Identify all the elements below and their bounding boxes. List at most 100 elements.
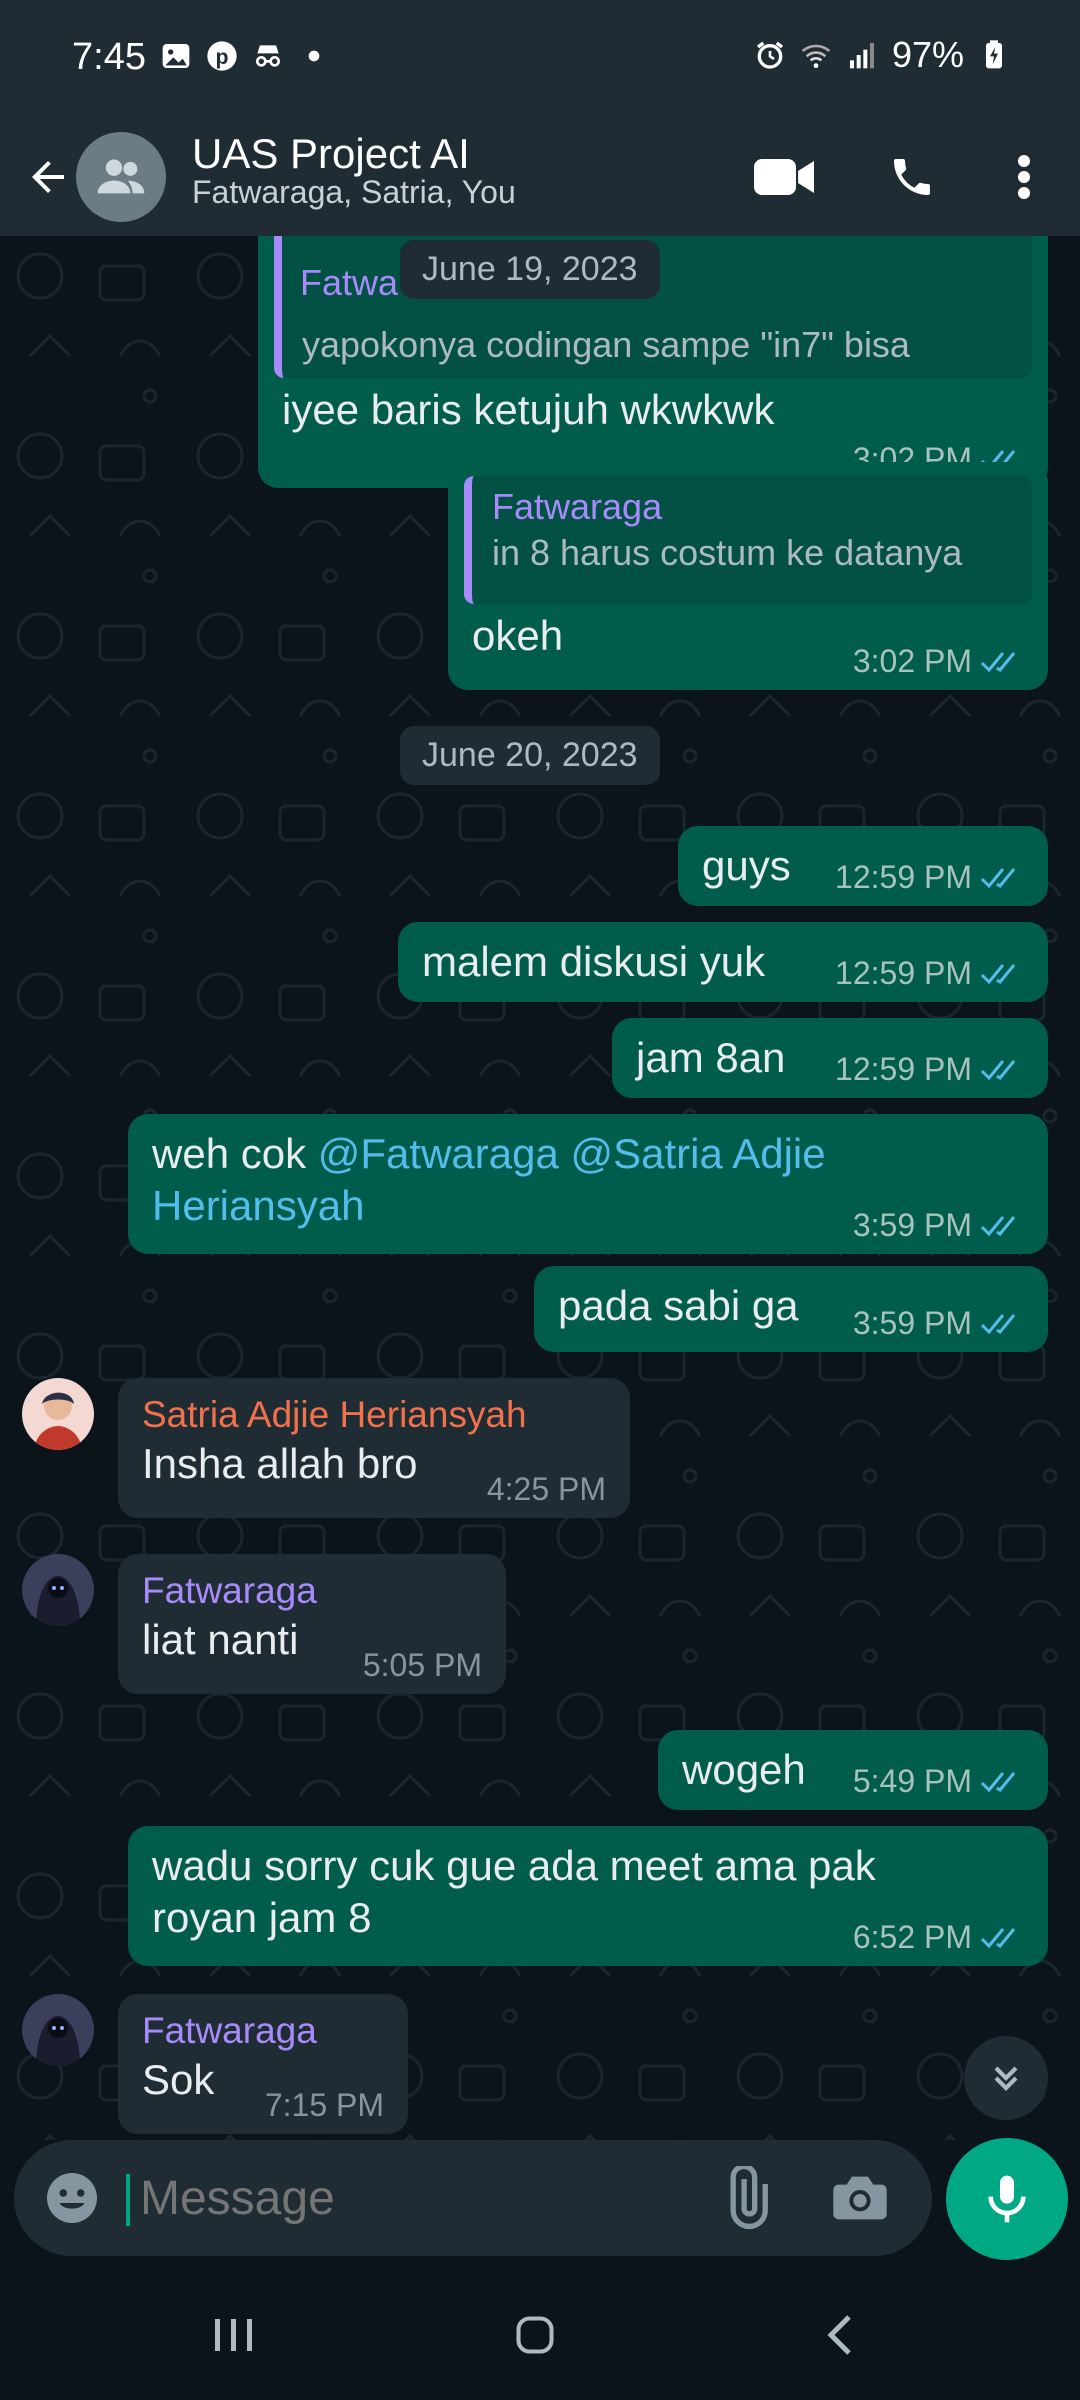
battery-charging-icon	[986, 40, 1002, 69]
message-bubble-incoming[interactable]: Satria Adjie Heriansyah Insha allah bro …	[118, 1378, 630, 1518]
date-chip: June 20, 2023	[400, 726, 660, 785]
status-time: 7:45	[72, 36, 146, 78]
sender-avatar-satria[interactable]	[22, 1378, 94, 1450]
signal-icon	[849, 43, 874, 69]
fatwaraga-avatar-icon	[22, 1554, 94, 1626]
read-receipt-icon	[980, 1059, 1016, 1080]
back-arrow-icon	[32, 161, 64, 193]
read-receipt-icon	[980, 1771, 1016, 1792]
read-receipt-icon	[980, 1927, 1016, 1948]
battery-percent: 97%	[891, 34, 964, 75]
read-receipt-icon	[980, 867, 1016, 888]
message-input[interactable]	[140, 2168, 700, 2228]
sender-name[interactable]: Fatwaraga	[142, 1568, 482, 1614]
read-receipt-icon	[980, 963, 1016, 984]
incognito-icon	[255, 45, 280, 67]
quoted-text: yapokonya codingan sampe "in7" bisa	[302, 324, 910, 365]
message-bubble-outgoing[interactable]: weh cok @Fatwaraga @Satria Adjie Herians…	[128, 1114, 1048, 1254]
message-time: 5:49 PM	[852, 1763, 972, 1799]
back-button[interactable]	[18, 142, 78, 212]
message-time: 3:59 PM	[852, 1305, 972, 1341]
sender-avatar-fatwaraga[interactable]	[22, 1994, 94, 2066]
message-meta: 5:05 PM	[363, 1647, 482, 1684]
message-text: weh cok @Fatwaraga @Satria Adjie	[152, 1128, 1024, 1180]
chat-participants[interactable]: Fatwaraga, Satria, You	[192, 174, 516, 211]
video-call-icon	[754, 159, 814, 195]
voice-message-button[interactable]	[946, 2138, 1068, 2260]
message-meta: 3:59 PM	[853, 1207, 1024, 1244]
quoted-sender: Fatwaraga	[492, 486, 663, 527]
scroll-down-icon	[994, 2066, 1018, 2091]
mention-link[interactable]: @Fatwaraga	[318, 1130, 559, 1177]
message-bubble-incoming[interactable]: Fatwaraga Sok 7:15 PM	[118, 1994, 408, 2134]
message-meta: 6:52 PM	[853, 1919, 1024, 1956]
read-receipt-icon	[980, 1313, 1016, 1334]
message-meta: 12:59 PM	[835, 859, 1024, 896]
sender-name[interactable]: Fatwaraga	[142, 2008, 384, 2054]
attach-icon[interactable]	[714, 2166, 778, 2230]
quoted-sender: Fatwa	[300, 262, 399, 303]
sender-name[interactable]: Satria Adjie Heriansyah	[142, 1392, 606, 1438]
message-bubble-incoming[interactable]: Fatwaraga liat nanti 5:05 PM	[118, 1554, 506, 1694]
phone-call-icon	[894, 159, 930, 195]
message-bubble-outgoing[interactable]: guys 12:59 PM	[678, 826, 1048, 906]
message-bubble-outgoing[interactable]: pada sabi ga 3:59 PM	[534, 1266, 1048, 1352]
message-time: 3:02 PM	[852, 643, 972, 679]
recent-apps-button[interactable]	[188, 2300, 278, 2370]
message-bubble-outgoing[interactable]: wadu sorry cuk gue ada meet ama pak roya…	[128, 1826, 1048, 1966]
video-call-button[interactable]	[748, 146, 820, 208]
read-receipt-icon	[980, 1215, 1016, 1236]
camera-icon[interactable]	[828, 2166, 892, 2230]
chat-header: UAS Project AI Fatwaraga, Satria, You	[0, 118, 1080, 236]
more-options-button[interactable]	[1000, 146, 1048, 208]
pinterest-icon: p	[207, 41, 237, 71]
sender-avatar-fatwaraga[interactable]	[22, 1554, 94, 1626]
fatwaraga-avatar-icon	[22, 1994, 94, 2066]
back-nav-icon	[827, 2315, 851, 2355]
message-time: 12:59 PM	[835, 1051, 972, 1087]
status-bar: 7:45 p 97%	[0, 0, 1080, 118]
message-input-container[interactable]	[14, 2140, 932, 2256]
quoted-message[interactable]: Fatwaraga in 8 harus costum ke datanya	[464, 476, 1032, 604]
message-bubble-outgoing[interactable]: jam 8an 12:59 PM	[612, 1018, 1048, 1098]
satria-avatar-icon	[22, 1378, 94, 1450]
more-vert-icon	[1018, 155, 1030, 199]
message-text: iyee baris ketujuh wkwkwk	[282, 386, 775, 433]
recent-apps-icon	[215, 2319, 252, 2351]
wifi-icon	[801, 44, 831, 69]
home-button[interactable]	[490, 2300, 580, 2370]
svg-text:p: p	[215, 45, 228, 69]
message-time: 5:05 PM	[362, 1647, 482, 1683]
message-text-prefix: weh cok	[152, 1130, 318, 1177]
message-meta: 4:25 PM	[487, 1471, 606, 1508]
message-time: 3:59 PM	[852, 1207, 972, 1243]
group-avatar-icon	[97, 159, 145, 194]
read-receipt-icon	[980, 651, 1016, 672]
message-meta: 3:59 PM	[853, 1305, 1024, 1342]
alarm-icon	[756, 41, 783, 69]
message-time: 4:25 PM	[486, 1471, 606, 1507]
message-bubble-outgoing[interactable]: Fatwaraga in 8 harus costum ke datanya o…	[448, 462, 1048, 690]
status-system-icons: 97%	[754, 34, 1010, 76]
chat-title[interactable]: UAS Project AI	[192, 130, 470, 178]
mic-icon	[988, 2175, 1026, 2223]
mention-link[interactable]: @Satria Adjie	[571, 1130, 826, 1177]
message-meta: 3:02 PM	[853, 643, 1024, 680]
group-avatar[interactable]	[76, 132, 166, 222]
message-text: wadu sorry cuk gue ada meet ama pak	[152, 1842, 876, 1889]
back-nav-button[interactable]	[796, 2300, 886, 2370]
scroll-to-bottom-button[interactable]	[964, 2036, 1048, 2120]
voice-call-button[interactable]	[876, 146, 948, 208]
text-caret	[126, 2174, 130, 2226]
message-meta: 12:59 PM	[835, 955, 1024, 992]
message-meta: 5:49 PM	[853, 1763, 1024, 1800]
chat-area[interactable]: Fatwa yapokonya codingan sampe "in7" bis…	[0, 236, 1080, 2140]
message-bubble-outgoing[interactable]: malem diskusi yuk 12:59 PM	[398, 922, 1048, 1002]
message-bubble-outgoing[interactable]: wogeh 5:49 PM	[658, 1730, 1048, 1810]
emoji-icon[interactable]	[42, 2168, 102, 2228]
system-navigation-bar	[0, 2270, 1080, 2400]
gallery-icon	[162, 44, 190, 68]
home-icon	[516, 2316, 554, 2354]
status-notification-icons: p	[160, 40, 330, 72]
date-chip: June 19, 2023	[400, 240, 660, 299]
